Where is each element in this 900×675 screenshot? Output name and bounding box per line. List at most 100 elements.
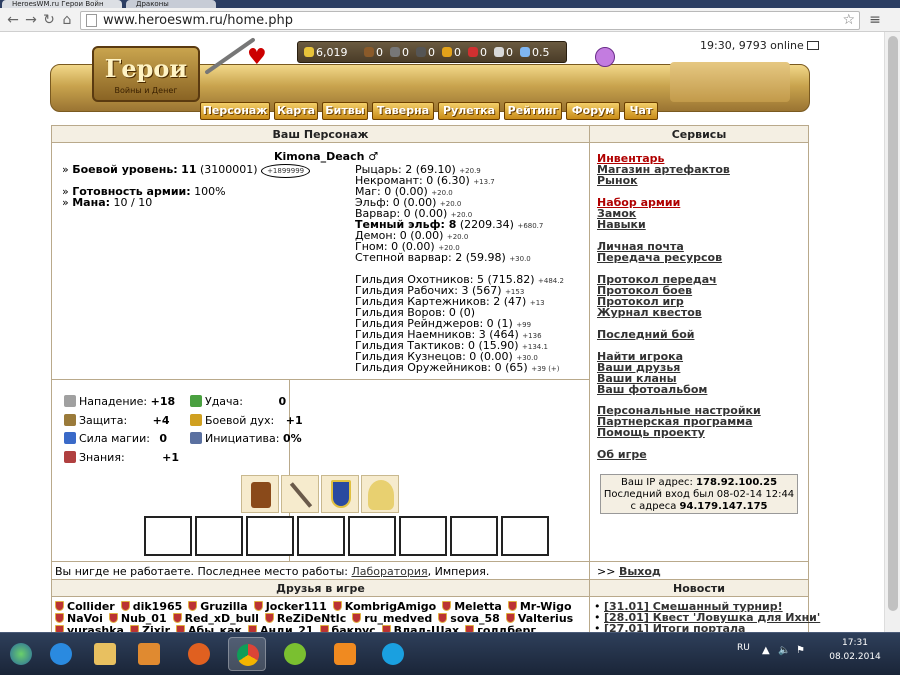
media-player-icon bbox=[138, 643, 160, 665]
friend-link[interactable]: Meletta bbox=[442, 601, 502, 613]
clan-shield-icon bbox=[55, 601, 64, 611]
inventory-slot[interactable] bbox=[501, 516, 549, 556]
address-bar[interactable]: www.heroeswm.ru/home.php ☆ bbox=[80, 11, 860, 30]
inventory-slot[interactable] bbox=[348, 516, 396, 556]
friend-link[interactable]: Jocker111 bbox=[253, 601, 327, 613]
axe-item[interactable] bbox=[281, 475, 319, 513]
link-resource-transfer[interactable]: Передача ресурсов bbox=[597, 251, 722, 264]
friend-link[interactable]: Nub_01 bbox=[108, 613, 167, 625]
armor-item[interactable] bbox=[241, 475, 279, 513]
health-heart-icon[interactable]: ♥ bbox=[247, 47, 267, 69]
crystal-icon bbox=[468, 47, 478, 57]
skype-icon bbox=[382, 643, 404, 665]
divider bbox=[52, 561, 589, 562]
friend-link[interactable]: Red_xD_bull bbox=[172, 613, 259, 625]
home-icon[interactable]: ⌂ bbox=[58, 11, 76, 29]
friend-link[interactable]: NaVoi bbox=[55, 613, 103, 625]
stat-initiative: Инициатива: 0% bbox=[190, 432, 302, 444]
nav-map[interactable]: Карта bbox=[274, 102, 318, 120]
forward-icon[interactable]: → bbox=[22, 11, 40, 29]
inventory-slot[interactable] bbox=[246, 516, 294, 556]
friend-link[interactable]: бакрус bbox=[319, 625, 376, 632]
scroll-thumb[interactable] bbox=[888, 36, 898, 611]
language-indicator[interactable]: RU bbox=[737, 643, 750, 653]
taskbar-odnoklassniki[interactable] bbox=[326, 637, 364, 671]
nav-rating[interactable]: Рейтинг bbox=[504, 102, 562, 120]
clan-shield-icon bbox=[176, 625, 186, 632]
taskbar-explorer[interactable] bbox=[86, 637, 124, 671]
friend-link[interactable]: Collider bbox=[55, 601, 115, 613]
taskbar-media[interactable] bbox=[130, 637, 168, 671]
page-scrollbar[interactable] bbox=[884, 32, 900, 632]
stat-knowledge: Знания: +1 bbox=[64, 451, 179, 463]
inventory-slot[interactable] bbox=[399, 516, 447, 556]
taskbar-ie[interactable] bbox=[42, 637, 80, 671]
friend-link[interactable]: ru_medved bbox=[352, 613, 432, 625]
nav-tavern[interactable]: Таверна bbox=[372, 102, 434, 120]
nav-battles[interactable]: Битвы bbox=[322, 102, 368, 120]
work-place-link[interactable]: Лаборатория bbox=[351, 565, 427, 578]
taskbar-app[interactable] bbox=[276, 637, 314, 671]
back-icon[interactable]: ← bbox=[4, 11, 22, 29]
browser-tab-heroes[interactable]: HeroesWM.ru Герои Войн bbox=[2, 0, 122, 8]
friend-link[interactable]: dik1965 bbox=[120, 601, 182, 613]
friend-link[interactable]: Абы_как bbox=[176, 625, 242, 632]
gender-icon: ♂ bbox=[368, 150, 379, 163]
creature-item[interactable] bbox=[361, 475, 399, 513]
mana: » Мана: 10 / 10 bbox=[62, 196, 153, 209]
link-quest-journal[interactable]: Журнал квестов bbox=[597, 306, 702, 319]
resource-crystal: 0 bbox=[468, 46, 487, 59]
friend-link[interactable]: Valterius bbox=[505, 613, 573, 625]
friend-link[interactable]: Mr-Wigo bbox=[507, 601, 572, 613]
defense-icon bbox=[64, 414, 76, 426]
inventory-slot[interactable] bbox=[450, 516, 498, 556]
friend-link[interactable]: Zixir bbox=[129, 625, 170, 632]
menu-icon[interactable]: ≡ bbox=[868, 13, 882, 27]
mana-potion-icon[interactable] bbox=[595, 47, 615, 67]
bookmark-star-icon[interactable]: ☆ bbox=[842, 12, 855, 29]
inventory-slot[interactable] bbox=[195, 516, 243, 556]
nav-forum[interactable]: Форум bbox=[566, 102, 620, 120]
friend-link[interactable]: Влад-Шах bbox=[381, 625, 459, 632]
nav-roulette[interactable]: Рулетка bbox=[438, 102, 500, 120]
friend-link[interactable]: Анди_21 bbox=[248, 625, 314, 632]
divider bbox=[590, 561, 808, 562]
link-about-game[interactable]: Об игре bbox=[597, 448, 647, 461]
friend-link[interactable]: голдберг bbox=[465, 625, 536, 632]
start-button[interactable] bbox=[2, 637, 40, 671]
taskbar-firefox[interactable] bbox=[180, 637, 218, 671]
shield-item[interactable] bbox=[321, 475, 359, 513]
link-help-project[interactable]: Помощь проекту bbox=[597, 426, 705, 439]
luck-icon bbox=[190, 395, 202, 407]
taskbar-chrome[interactable] bbox=[228, 637, 266, 671]
browser-tab-dragons[interactable]: Драконы bbox=[126, 0, 216, 8]
resource-gems: 0 bbox=[494, 46, 513, 59]
link-last-battle[interactable]: Последний бой bbox=[597, 328, 694, 341]
nav-character[interactable]: Персонаж bbox=[200, 102, 270, 120]
friends-row: NaVoi Nub_01 Red_xD_bull ReZiDeNtIc ru_medve… bbox=[55, 613, 585, 625]
nav-chat[interactable]: Чат bbox=[624, 102, 658, 120]
friend-link[interactable]: sova_58 bbox=[438, 613, 500, 625]
taskbar-skype[interactable] bbox=[374, 637, 412, 671]
friend-link[interactable]: Gruzilla bbox=[188, 601, 248, 613]
news-item[interactable]: • [27.01] Итоги портала bbox=[594, 623, 745, 632]
link-market[interactable]: Рынок bbox=[597, 174, 638, 187]
link-photo-album[interactable]: Ваш фотоальбом bbox=[597, 383, 707, 396]
game-logo[interactable]: Герои Войны и Денег bbox=[92, 46, 200, 102]
tray-arrow-icon[interactable]: ▲ bbox=[762, 645, 770, 656]
inventory-slot[interactable] bbox=[144, 516, 192, 556]
chat-icon[interactable] bbox=[807, 41, 820, 50]
friend-link[interactable]: ReZiDeNtIc bbox=[264, 613, 346, 625]
link-skills[interactable]: Навыки bbox=[597, 218, 646, 231]
logout-link[interactable]: Выход bbox=[619, 565, 661, 578]
system-clock[interactable]: 17:31 08.02.2014 bbox=[825, 636, 885, 664]
friends-list: Collider dik1965 Gruzilla Jocker111 KombrigA… bbox=[55, 601, 585, 632]
reload-icon[interactable]: ↻ bbox=[40, 11, 58, 29]
volume-icon[interactable]: 🔈 bbox=[778, 645, 790, 656]
inventory-slot[interactable] bbox=[297, 516, 345, 556]
friend-link[interactable]: yurashka bbox=[55, 625, 124, 632]
friend-link[interactable]: KombrigAmigo bbox=[332, 601, 436, 613]
resource-ore: 0 bbox=[390, 46, 409, 59]
flag-icon[interactable]: ⚑ bbox=[796, 645, 805, 656]
character-name[interactable]: Kimona_Deach ♂ bbox=[274, 151, 378, 162]
